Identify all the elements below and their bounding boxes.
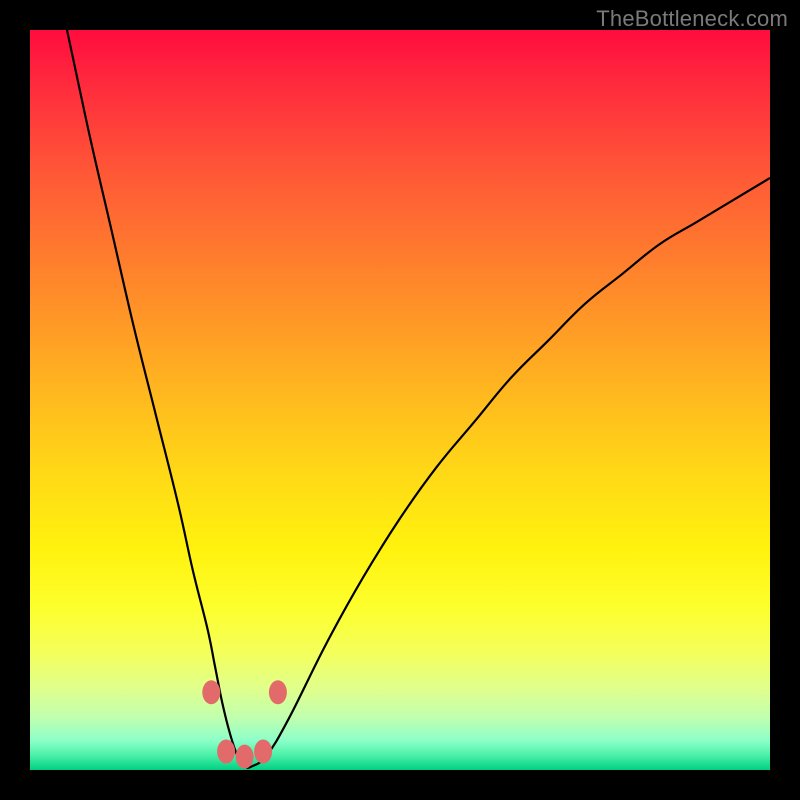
curve-marker [236,745,254,769]
curve-marker [269,680,287,704]
chart-container: TheBottleneck.com [0,0,800,800]
curve-svg [30,30,770,770]
watermark-text: TheBottleneck.com [596,6,788,32]
bottleneck-curve [67,30,770,768]
curve-marker [254,740,272,764]
plot-area [30,30,770,770]
curve-marker [217,740,235,764]
curve-marker [202,680,220,704]
curve-markers [202,680,287,768]
